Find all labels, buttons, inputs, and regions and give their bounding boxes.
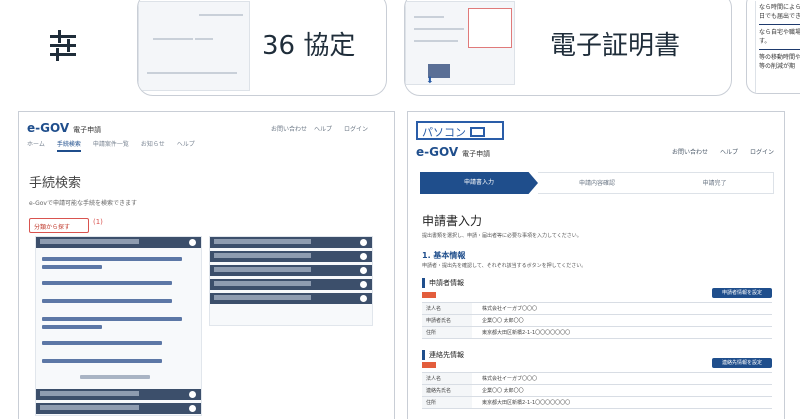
category-list-left — [35, 236, 202, 416]
table-row: 住所 東京都大田区新橋2-1-1〇〇〇〇〇〇〇 — [422, 397, 772, 409]
help-link[interactable]: お問い合わせ — [672, 147, 708, 156]
section-title: 1. 基本情報 — [422, 251, 466, 260]
chip-label: 電子証明書 — [550, 31, 681, 61]
login-link[interactable]: ログイン — [344, 124, 368, 133]
nav-item[interactable]: ホーム — [27, 139, 45, 152]
egov-logo: e-GOV 電子申請 — [27, 121, 102, 135]
list-item[interactable] — [42, 265, 102, 269]
contact-table: 法人名 株式会社イーガブ〇〇〇 連絡先氏名 企業〇〇 太郎〇〇 住所 東京都大田区新橋… — [422, 372, 772, 409]
table-row: 法人名 株式会社イーガブ〇〇〇 — [422, 303, 772, 315]
set-contact-button[interactable]: 連絡先情報を設定 — [712, 358, 772, 368]
annotation-number: (1) — [93, 218, 103, 226]
list-item[interactable] — [42, 299, 172, 303]
egov-logo: e-GOV 電子申請 — [416, 145, 491, 159]
snippet-text: なら自宅や職場 — [759, 29, 800, 36]
help-link[interactable]: ヘルプ — [720, 147, 738, 156]
help-link[interactable]: お問い合わせ — [271, 124, 307, 133]
chip-thumbnail: なら時間によら 日でも届出でき なら自宅や職場 す。 等の移動時間や 等の削減が… — [755, 1, 800, 93]
chip-label: 36 協定 — [262, 31, 356, 61]
application-form-screenshot: パソコン e-GOV 電子申請 お問い合わせ ヘルプ ログイン 申請書入力 申請内… — [407, 111, 785, 419]
sliders-icon — [50, 30, 76, 61]
chip-36-agreement[interactable]: 36 協定 — [137, 0, 387, 96]
help-link[interactable]: ヘルプ — [314, 124, 332, 133]
pc-badge: パソコン — [416, 121, 504, 140]
list-item[interactable] — [42, 341, 162, 345]
monitor-icon — [470, 127, 485, 137]
snippet-text: 等の移動時間や — [759, 54, 800, 61]
category-row[interactable] — [210, 265, 372, 276]
table-row: 法人名 株式会社イーガブ〇〇〇 — [422, 373, 772, 385]
list-item[interactable] — [42, 281, 172, 285]
page-title: 手続検索 — [29, 176, 82, 191]
nav-item[interactable]: 手続検索 — [56, 139, 81, 152]
contact-heading: 連絡先情報 — [422, 350, 464, 360]
page-description: 提出書類を選択し、申請・届出者等に必要な事項を入力してください。 — [422, 233, 582, 239]
nav-item[interactable]: ヘルプ — [177, 139, 195, 152]
applicant-table: 法人名 株式会社イーガブ〇〇〇 申請者氏名 企業〇〇 太郎〇〇 住所 東京都大田区新橋… — [422, 302, 772, 339]
list-item[interactable] — [42, 325, 102, 329]
list-item[interactable] — [42, 257, 182, 261]
category-row[interactable] — [210, 237, 372, 248]
header-links: お問い合わせ ヘルプ ログイン — [672, 147, 774, 156]
filter-button[interactable] — [44, 28, 88, 64]
category-row[interactable] — [210, 293, 372, 304]
login-link[interactable]: ログイン — [750, 147, 774, 156]
applicant-heading: 申請者情報 — [422, 278, 464, 288]
chip-thumbnail — [138, 1, 250, 91]
list-item[interactable] — [42, 359, 162, 363]
required-badge — [422, 362, 436, 368]
chip-electronic-certificate[interactable]: ⬇ 電子証明書 — [404, 0, 732, 96]
category-row[interactable] — [210, 251, 372, 262]
category-row[interactable] — [36, 237, 201, 248]
nav-item[interactable]: 申請案件一覧 — [93, 139, 129, 152]
category-row[interactable] — [210, 279, 372, 290]
step: 申請完了 — [656, 172, 774, 194]
list-item[interactable] — [42, 317, 182, 321]
list-item[interactable] — [80, 375, 150, 379]
table-row: 連絡先氏名 企業〇〇 太郎〇〇 — [422, 385, 772, 397]
page-description: e-Govで申請可能な手続を検索できます — [29, 200, 137, 207]
step: 申請内容確認 — [538, 172, 656, 194]
page-title: 申請書入力 — [422, 214, 483, 228]
required-badge — [422, 292, 436, 298]
chip-thumbnail: ⬇ — [405, 1, 515, 86]
snippet-text: 等の削減が期 — [759, 63, 796, 70]
progress-steps: 申請書入力 申請内容確認 申請完了 — [420, 172, 774, 194]
chip-partial[interactable]: なら時間によら 日でも届出でき なら自宅や職場 す。 等の移動時間や 等の削減が… — [746, 0, 800, 94]
procedure-search-screenshot: e-GOV 電子申請 お問い合わせ ヘルプ ログイン ホーム 手続検索 申請案件一… — [18, 111, 395, 419]
main-nav: ホーム 手続検索 申請案件一覧 お知らせ ヘルプ — [27, 139, 195, 152]
category-row[interactable] — [36, 389, 201, 400]
tab-by-category[interactable]: 分類から探す — [29, 218, 89, 233]
snippet-text: 日でも届出でき — [759, 13, 800, 20]
table-row: 住所 東京都大田区新橋2-1-1〇〇〇〇〇〇〇 — [422, 327, 772, 339]
snippet-text: す。 — [759, 38, 771, 45]
section-description: 申請者・提出先を確認して、それぞれ該当するボタンを押してください。 — [422, 263, 587, 269]
step-current: 申請書入力 — [420, 172, 538, 194]
snippet-text: なら時間によら — [759, 4, 800, 11]
category-list-right — [209, 236, 373, 326]
table-row: 申請者氏名 企業〇〇 太郎〇〇 — [422, 315, 772, 327]
set-applicant-button[interactable]: 申請者情報を設定 — [712, 288, 772, 298]
nav-item[interactable]: お知らせ — [141, 139, 165, 152]
category-row[interactable] — [36, 403, 201, 414]
